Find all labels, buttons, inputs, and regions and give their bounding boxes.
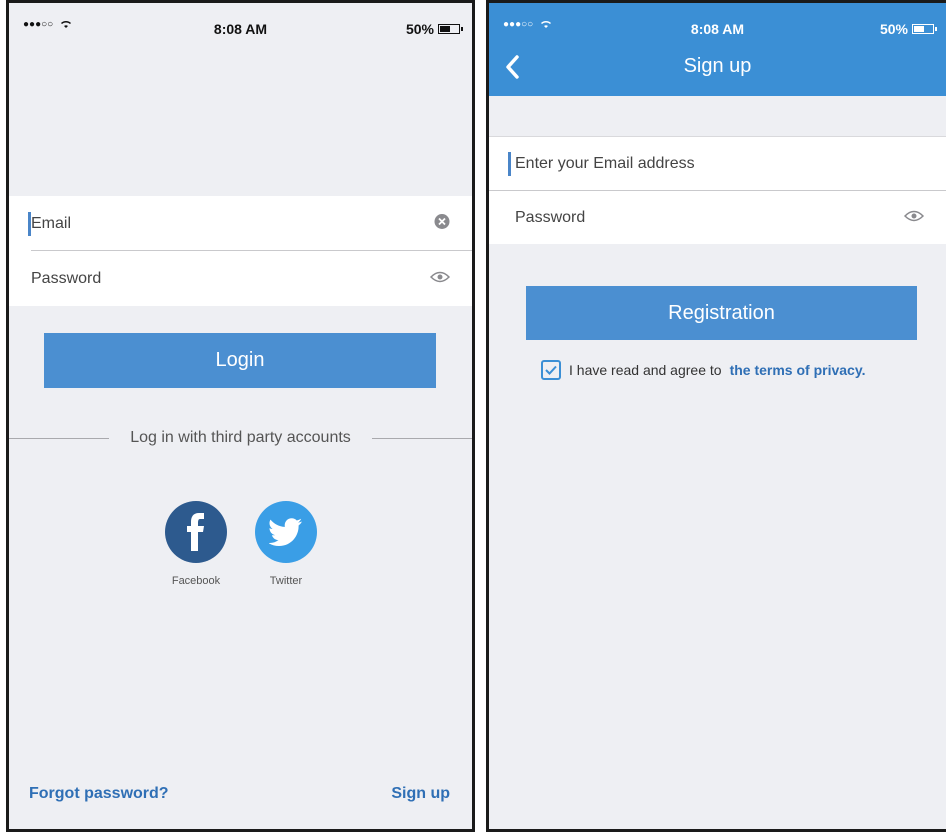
divider-line-right <box>372 438 472 439</box>
checkmark-icon <box>545 365 557 375</box>
clock: 8:08 AM <box>690 21 745 37</box>
eye-icon[interactable] <box>903 209 925 227</box>
battery-indicator: 50% <box>405 21 463 37</box>
twitter-icon[interactable] <box>255 501 317 563</box>
password-placeholder: Password <box>515 209 586 226</box>
email-placeholder: Email <box>31 214 72 232</box>
terms-of-privacy-link[interactable]: the terms of privacy. <box>730 362 866 378</box>
battery-icon <box>438 24 463 34</box>
third-party-divider: Log in with third party accounts <box>9 429 472 449</box>
email-field[interactable]: Email <box>9 196 472 251</box>
email-placeholder: Enter your Email address <box>515 155 695 172</box>
battery-icon <box>912 24 937 34</box>
login-button[interactable]: Login <box>44 333 436 388</box>
signup-screen: ●●●○○ 8:08 AM 50% Sign up Enter your Ema… <box>486 0 946 832</box>
terms-checkbox[interactable] <box>541 360 561 380</box>
twitter-login-button[interactable]: Twitter <box>254 501 318 587</box>
terms-agreement: I have read and agree to the terms of pr… <box>541 360 865 380</box>
twitter-label: Twitter <box>269 575 303 587</box>
facebook-icon[interactable] <box>165 501 227 563</box>
facebook-label: Facebook <box>171 575 221 587</box>
text-cursor <box>508 152 511 176</box>
page-title: Sign up <box>683 55 752 77</box>
battery-percent: 50% <box>879 21 908 37</box>
facebook-login-button[interactable]: Facebook <box>164 501 228 587</box>
registration-button[interactable]: Registration <box>526 286 917 340</box>
battery-indicator: 50% <box>879 21 937 37</box>
clear-icon[interactable] <box>434 213 450 234</box>
forgot-password-link[interactable]: Forgot password? <box>29 785 169 803</box>
nav-bar: ●●●○○ 8:08 AM 50% Sign up <box>489 3 946 96</box>
eye-icon[interactable] <box>429 270 451 288</box>
battery-percent: 50% <box>405 21 434 37</box>
password-field[interactable]: Password <box>9 251 472 306</box>
sign-up-link[interactable]: Sign up <box>391 785 450 803</box>
login-form: Email Password <box>9 196 472 306</box>
status-bar: ●●●○○ 8:08 AM 50% <box>9 3 472 43</box>
clock: 8:08 AM <box>213 21 268 37</box>
status-bar: ●●●○○ 8:08 AM 50% <box>489 3 946 43</box>
login-screen: ●●●○○ 8:08 AM 50% Email Password Login L… <box>6 0 475 832</box>
signup-form: Enter your Email address Password <box>489 136 946 244</box>
terms-text: I have read and agree to <box>569 362 722 378</box>
password-field[interactable]: Password <box>489 191 946 245</box>
email-field[interactable]: Enter your Email address <box>489 137 946 191</box>
password-placeholder: Password <box>31 269 102 287</box>
